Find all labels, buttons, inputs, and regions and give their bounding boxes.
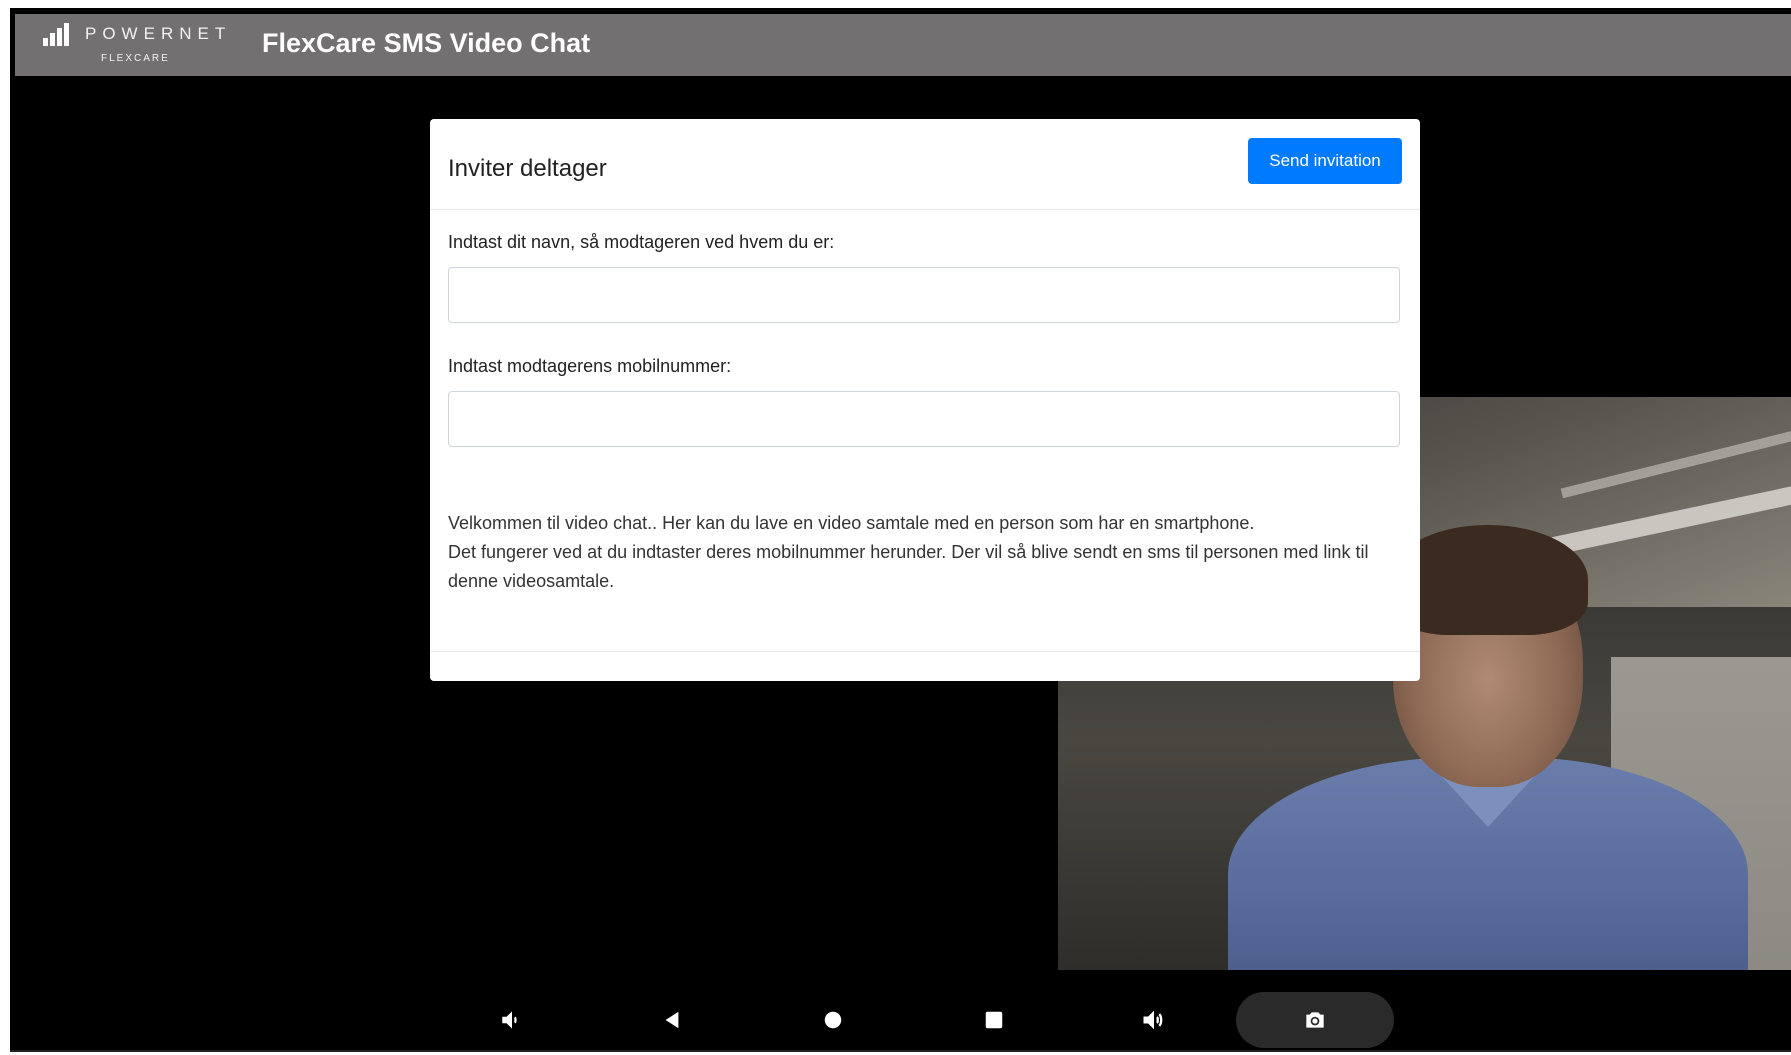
- back-button[interactable]: [642, 990, 702, 1050]
- brand-subtitle: FLEXCARE: [101, 53, 170, 64]
- dialog-footer: [430, 651, 1420, 652]
- home-icon: [824, 1011, 842, 1029]
- description-line: Det fungerer ved at du indtaster deres m…: [448, 542, 1369, 562]
- recents-button[interactable]: [964, 990, 1024, 1050]
- screenshot-button[interactable]: [1236, 992, 1394, 1048]
- name-input[interactable]: [448, 267, 1400, 323]
- invite-dialog: Inviter deltager Send invitation Indtast…: [430, 119, 1420, 681]
- android-nav-bar: [10, 990, 1791, 1050]
- dialog-description: Velkommen til video chat.. Her kan du la…: [448, 509, 1408, 596]
- name-label: Indtast dit navn, så modtageren ved hvem…: [448, 232, 835, 252]
- signal-bars-icon: [43, 23, 73, 54]
- volume-up-button[interactable]: [1124, 990, 1184, 1050]
- top-bar: POWERNET FLEXCARE FlexCare SMS Video Cha…: [15, 14, 1791, 76]
- brand-name: POWERNET: [85, 24, 232, 43]
- home-button[interactable]: [803, 990, 863, 1050]
- volume-up-icon: [1143, 1010, 1163, 1030]
- app-screen: POWERNET FLEXCARE FlexCare SMS Video Cha…: [10, 8, 1791, 1051]
- bottom-divider: [10, 1050, 1791, 1052]
- phone-label: Indtast modtagerens mobilnummer:: [448, 356, 732, 376]
- volume-down-button[interactable]: [482, 990, 542, 1050]
- back-icon: [665, 1011, 679, 1029]
- phone-input[interactable]: [448, 391, 1400, 447]
- camera-icon: [1306, 1012, 1324, 1028]
- recents-icon: [985, 1011, 1003, 1029]
- app-title: FlexCare SMS Video Chat: [262, 28, 591, 58]
- send-invitation-button[interactable]: Send invitation: [1248, 138, 1402, 184]
- volume-down-icon: [502, 1011, 517, 1029]
- powernet-logo: POWERNET FLEXCARE: [43, 23, 233, 74]
- description-line: Velkommen til video chat.. Her kan du la…: [448, 513, 1255, 533]
- description-line: denne videosamtale.: [448, 571, 615, 591]
- dialog-title: Inviter deltager: [448, 155, 607, 182]
- dialog-header: Inviter deltager Send invitation: [430, 119, 1420, 210]
